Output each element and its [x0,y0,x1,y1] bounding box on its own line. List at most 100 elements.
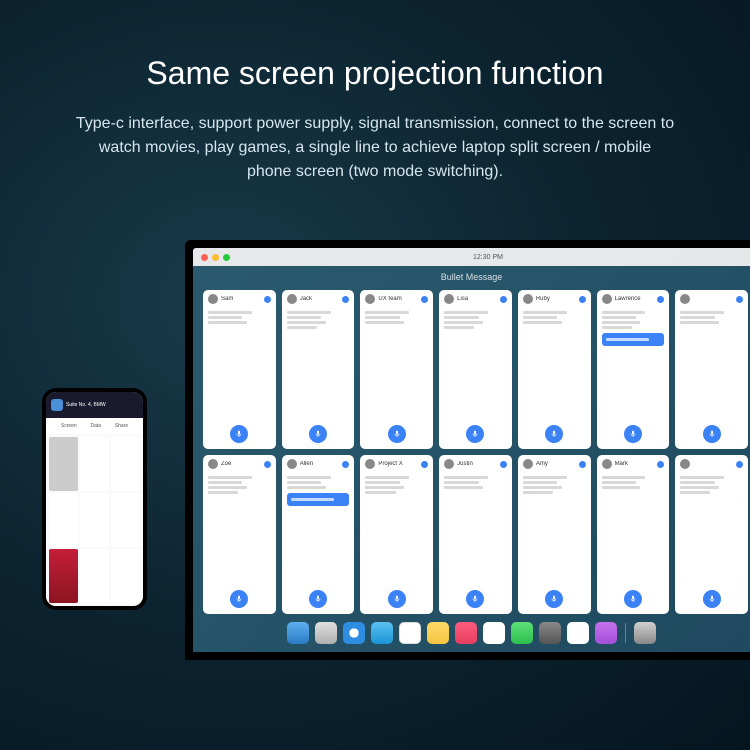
status-dot-icon [421,296,428,303]
mic-button-icon [230,590,248,608]
contact-name: Lisa [457,296,497,302]
mic-button-icon [703,425,721,443]
mic-button-icon [466,590,484,608]
message-bubble [602,333,665,346]
message-grid: Sam Jack UX team Lisa Ruby Lawrence Zoe [193,286,750,618]
status-dot-icon [264,461,271,468]
message-body [675,472,748,585]
phone-tile [80,437,109,491]
photos-icon [483,622,505,644]
status-dot-icon [500,296,507,303]
contact-name: UX team [378,296,418,302]
message-body [360,472,433,585]
message-body [282,307,355,420]
phone-tile [80,493,109,547]
safari-icon [343,622,365,644]
window-minimize-icon [212,254,219,261]
mic-button-icon [230,425,248,443]
window-title: Bullet Message [193,266,750,286]
mail-icon [371,622,393,644]
avatar-icon [365,459,375,469]
avatar-icon [444,294,454,304]
messages-icon [511,622,533,644]
phone-tab: Share [115,423,128,429]
message-card [675,290,748,449]
status-dot-icon [657,296,664,303]
phone-mockup: Suite No. 4, BMW Screen Data Share [42,388,147,610]
contact-name: Lawrence [615,296,655,302]
phone-tab: Data [90,423,101,429]
avatar-icon [208,459,218,469]
message-body [203,472,276,585]
message-card: Mark [597,455,670,614]
avatar-icon [523,459,533,469]
dock-separator [625,623,626,643]
mic-button-icon [466,425,484,443]
contact-name: Mark [615,461,655,467]
avatar-icon [444,459,454,469]
avatar-icon [287,459,297,469]
trash-icon [634,622,656,644]
contact-name: Allen [300,461,340,467]
message-body [597,472,670,585]
message-body [518,307,591,420]
launchpad-icon [315,622,337,644]
contact-name: Ruby [536,296,576,302]
settings-icon [539,622,561,644]
mic-button-icon [309,425,327,443]
phone-tabs: Screen Data Share [46,418,143,434]
avatar-icon [602,459,612,469]
music-icon [455,622,477,644]
message-card: Ruby [518,290,591,449]
window-zoom-icon [223,254,230,261]
mic-button-icon [388,425,406,443]
mic-button-icon [624,590,642,608]
mic-button-icon [388,590,406,608]
avatar-icon [680,294,690,304]
message-body [439,307,512,420]
contact-name: Justin [457,461,497,467]
contact-name: Amy [536,461,576,467]
message-card: Zoe [203,455,276,614]
message-bubble [287,493,350,506]
phone-tile [111,549,140,603]
message-body [282,472,355,585]
avatar-icon [208,294,218,304]
avatar-icon [523,294,533,304]
album-art-icon [51,399,63,411]
message-body [203,307,276,420]
avatar-icon [602,294,612,304]
phone-tile [49,549,78,603]
monitor-mockup: 12:30 PM Bullet Message Sam Jack UX team… [185,240,750,660]
app-icon [567,622,589,644]
phone-tile [49,437,78,491]
mic-button-icon [309,590,327,608]
contact-name: Project X [378,461,418,467]
phone-tile [80,549,109,603]
monitor-screen: 12:30 PM Bullet Message Sam Jack UX team… [193,248,750,652]
message-card: Amy [518,455,591,614]
contact-name: Zoe [221,461,261,467]
message-body [439,472,512,585]
phone-content-grid [46,434,143,606]
phone-tile [111,437,140,491]
finder-icon [287,622,309,644]
message-card: UX team [360,290,433,449]
macos-menubar: 12:30 PM [193,248,750,266]
mic-button-icon [703,590,721,608]
avatar-icon [680,459,690,469]
message-card [675,455,748,614]
mic-button-icon [545,590,563,608]
phone-tile [49,493,78,547]
status-dot-icon [342,461,349,468]
app-icon [595,622,617,644]
message-card: Lawrence [597,290,670,449]
page-title: Same screen projection function [0,0,750,92]
phone-statusbar: Suite No. 4, BMW [46,392,143,418]
contact-name: Jack [300,296,340,302]
mic-button-icon [624,425,642,443]
window-close-icon [201,254,208,261]
status-dot-icon [657,461,664,468]
message-card: Project X [360,455,433,614]
page-description: Type-c interface, support power supply, … [55,112,695,184]
